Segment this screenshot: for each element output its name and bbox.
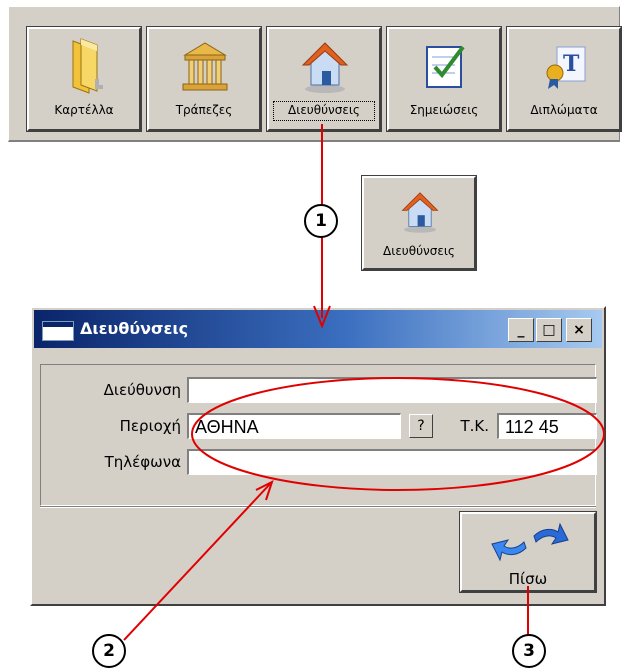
address-fields-group: Διεύθυνση Περιοχή ΑΘΗΝΑ ? Τ.Κ. 112 45 Τη… [40,364,597,506]
phones-label: Τηλέφωνα [104,453,181,471]
back-button[interactable]: Πίσω [459,511,597,593]
postal-code-label: Τ.Κ. [460,417,489,435]
toolbar-button-label: Σημειώσεις [409,103,479,117]
area-lookup-button[interactable]: ? [409,414,433,438]
maximize-button[interactable]: □ [536,318,562,342]
toolbar-button-kartella[interactable]: Καρτέλλα [26,26,142,132]
dieythynseis-button-callout[interactable]: Διευθύνσεις [361,175,477,271]
toolbar-button-label: Τράπεζες [175,103,233,117]
back-button-label: Πίσω [508,570,548,588]
house-icon [301,42,349,93]
annotation-marker-3: 3 [512,634,546,668]
diploma-icon: T [546,46,586,89]
toolbar-button-simeioseis[interactable]: Σημειώσεις [386,26,502,132]
dialog-title: Διευθύνσεις [80,319,189,338]
addresses-dialog: Διευθύνσεις _ □ × Διεύθυνση Περιοχή ΑΘΗΝ… [30,306,606,606]
svg-text:T: T [563,51,580,77]
dialog-divider [40,506,596,508]
area-label: Περιοχή [119,417,181,435]
bank-icon [182,42,228,91]
toolbar-button-trapezes[interactable]: Τράπεζες [146,26,262,132]
dialog-titlebar[interactable]: Διευθύνσεις _ □ × [34,310,602,348]
address-label: Διεύθυνση [103,381,181,399]
annotation-marker-1: 1 [304,204,338,238]
focus-indicator [273,101,375,121]
folder-icon [72,38,103,94]
area-input[interactable]: ΑΘΗΝΑ [187,413,401,439]
house-icon [401,192,439,233]
callout-button-label: Διευθύνσεις [383,244,455,258]
address-input[interactable] [187,377,597,403]
annotation-marker-2: 2 [92,634,126,668]
toolbar-button-label: Διπλώματα [530,103,598,117]
postal-code-input[interactable]: 112 45 [497,413,597,439]
back-arrows-icon [491,522,569,562]
window-app-icon [42,321,74,341]
notes-checklist-icon [426,45,465,88]
phones-input[interactable] [187,449,597,475]
main-toolbar: Καρτέλλα Τράπεζες Διευθύνσεις Σημειώσεις… [8,6,622,142]
toolbar-button-dieythynseis[interactable]: Διευθύνσεις [266,26,382,132]
toolbar-button-label: Καρτέλλα [54,103,114,117]
toolbar-button-diplomata[interactable]: T Διπλώματα [506,26,622,132]
minimize-button[interactable]: _ [508,318,534,342]
close-button[interactable]: × [566,318,592,342]
